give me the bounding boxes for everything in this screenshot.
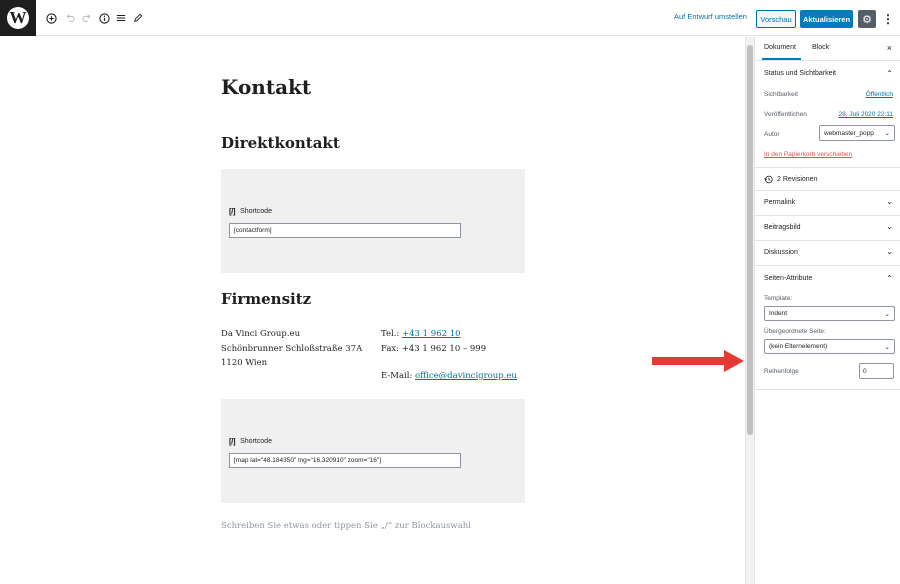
fax-line: Fax: +43 1 962 10 – 999 [381, 343, 487, 354]
address-block[interactable]: Da Vinci Group.eu Schönbrunner Schloßstr… [221, 327, 362, 371]
shortcode-label: [/] Shortcode [229, 437, 272, 446]
wordpress-logo-icon: W [7, 7, 29, 29]
active-tab-indicator [762, 58, 801, 60]
switch-to-draft-link[interactable]: Auf Entwurf umstellen [674, 12, 747, 21]
gear-icon: ⚙ [862, 13, 872, 26]
panel-status-visibility: Status und Sichtbarkeit ⌃ Sichtbarkeit Ö… [755, 61, 900, 168]
info-icon[interactable] [96, 10, 112, 26]
chevron-up-icon[interactable]: ⌃ [886, 274, 893, 283]
close-icon[interactable]: × [887, 43, 892, 53]
move-to-trash-link[interactable]: In den Papierkorb verschieben [764, 151, 852, 158]
chevron-up-icon[interactable]: ⌃ [886, 69, 893, 78]
tools-pencil-icon[interactable] [130, 10, 146, 26]
phone-line: Tel.: +43 1 962 10 [381, 329, 461, 339]
parent-page-select[interactable]: (kein Elternelement) ⌄ [764, 339, 895, 354]
undo-icon[interactable] [62, 10, 78, 26]
phone-link[interactable]: +43 1 962 10 [402, 329, 461, 339]
panel-title: Beitragsbild [764, 224, 801, 231]
panel-title: Permalink [764, 199, 796, 206]
shortcode-icon: [/] [229, 207, 236, 216]
page-title[interactable]: Kontakt [221, 75, 311, 99]
chevron-down-icon: ⌄ [884, 130, 890, 137]
panel-discussion[interactable]: Diskussion ⌄ [755, 241, 900, 266]
wordpress-logo-button[interactable]: W [0, 0, 36, 36]
preview-button[interactable]: Vorschau [756, 10, 796, 28]
panel-title[interactable]: Status und Sichtbarkeit [764, 70, 836, 77]
tab-document[interactable]: Dokument [764, 44, 796, 51]
update-button[interactable]: Aktualisieren [800, 10, 853, 28]
visibility-label: Sichtbarkeit [764, 91, 798, 98]
settings-button[interactable]: ⚙ [858, 10, 876, 28]
address-line: Schönbrunner Schloßstraße 37A [221, 343, 363, 354]
add-block-icon[interactable] [43, 10, 59, 26]
red-arrow-annotation [652, 350, 744, 372]
revisions-row: 2 Revisionen [764, 175, 817, 184]
publish-label: Veröffentlichen [764, 111, 807, 118]
chevron-down-icon: ⌄ [884, 310, 890, 318]
chevron-down-icon: ⌄ [886, 197, 893, 206]
panel-title[interactable]: Seiten-Attribute [764, 275, 812, 282]
email-line[interactable]: E-Mail: office@davincigroup.eu [381, 371, 517, 381]
editor-canvas: Kontakt Direktkontakt [/] Shortcode [con… [0, 37, 745, 584]
template-select[interactable]: Indent ⌄ [764, 306, 895, 321]
shortcode-label: [/] Shortcode [229, 207, 272, 216]
order-input[interactable]: 0 [859, 363, 894, 379]
tab-block[interactable]: Block [812, 44, 829, 51]
scrollbar-thumb[interactable] [747, 45, 753, 435]
panel-title: Diskussion [764, 249, 798, 256]
chevron-down-icon: ⌄ [886, 247, 893, 256]
shortcode-icon: [/] [229, 437, 236, 446]
redo-icon[interactable] [79, 10, 95, 26]
chevron-down-icon: ⌄ [884, 343, 890, 351]
more-options-button[interactable]: ⋮ [882, 10, 894, 28]
address-line: Da Vinci Group.eu [221, 329, 301, 339]
shortcode-block-map[interactable]: [/] Shortcode [map lat="48.184350" lng="… [221, 399, 525, 503]
publish-date-toggle[interactable]: 28. Juli 2020 22:11 [839, 111, 893, 118]
editor-scrollbar[interactable] [745, 37, 754, 584]
email-link[interactable]: office@davincigroup.eu [415, 371, 517, 381]
heading-firmensitz[interactable]: Firmensitz [221, 290, 311, 308]
history-icon [764, 175, 773, 184]
parent-page-label: Übergeordnete Seite: [764, 328, 826, 335]
shortcode-input[interactable]: [map lat="48.184350" lng="16.320910" zoo… [229, 453, 461, 468]
order-label: Reihenfolge [764, 368, 799, 375]
template-label: Template: [764, 295, 793, 302]
address-line: 1120 Wien [221, 358, 268, 368]
more-vertical-icon: ⋮ [882, 12, 894, 26]
panel-revisions[interactable]: 2 Revisionen [755, 168, 900, 191]
editor-toolbar: W Auf Entwurf umstellen Vorschau Aktuali… [0, 0, 900, 36]
panel-featured-image[interactable]: Beitragsbild ⌄ [755, 216, 900, 241]
settings-sidebar: Dokument Block × Status und Sichtbarkeit… [754, 37, 900, 584]
phone-fax-block[interactable]: Tel.: +43 1 962 10 Fax: +43 1 962 10 – 9… [381, 327, 486, 356]
shortcode-block-contactform[interactable]: [/] Shortcode [contactform] [221, 169, 525, 273]
shortcode-input[interactable]: [contactform] [229, 223, 461, 238]
heading-direktkontakt[interactable]: Direktkontakt [221, 134, 340, 152]
visibility-toggle[interactable]: Öffentlich [866, 91, 893, 98]
list-view-icon[interactable] [113, 10, 129, 26]
chevron-down-icon: ⌄ [886, 222, 893, 231]
author-label: Autor [764, 131, 780, 138]
panel-permalink[interactable]: Permalink ⌄ [755, 191, 900, 216]
author-select[interactable]: webmaster_popp ⌄ [819, 125, 895, 141]
panel-page-attributes: Seiten-Attribute ⌃ Template: Indent ⌄ Üb… [755, 266, 900, 390]
block-appender-placeholder[interactable]: Schreiben Sie etwas oder tippen Sie „/“ … [221, 521, 471, 531]
sidebar-tabs: Dokument Block × [755, 37, 900, 61]
